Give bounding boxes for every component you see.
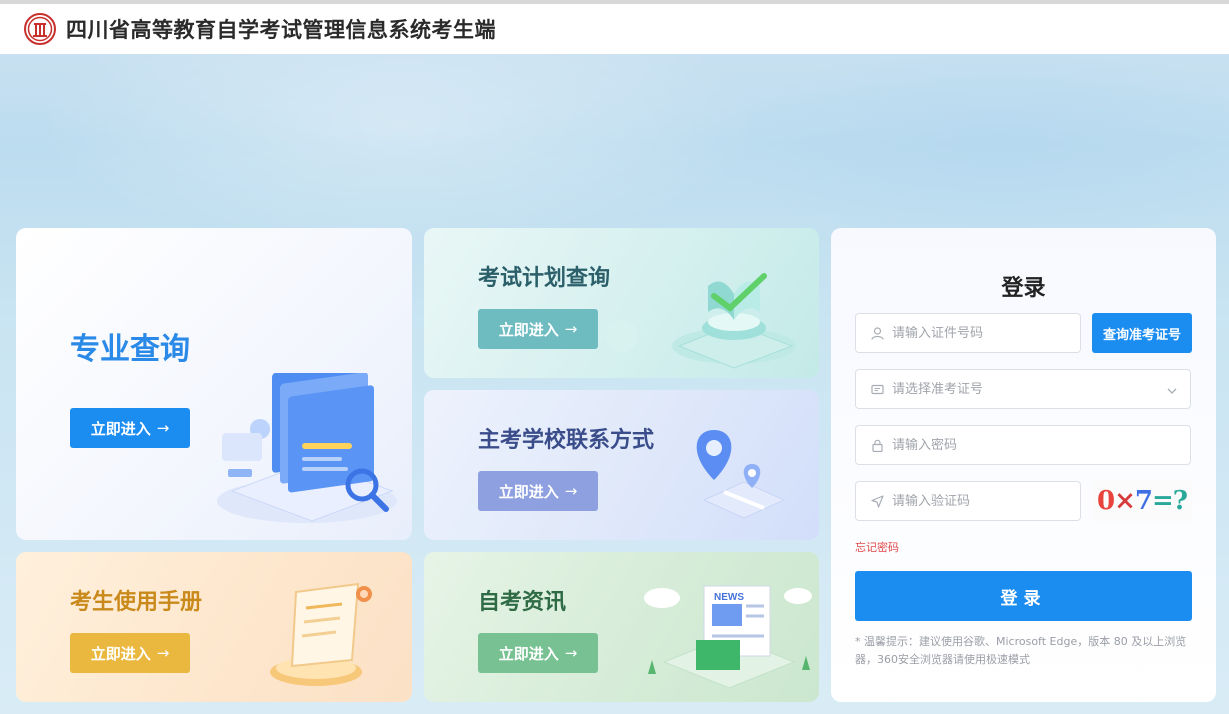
captcha-char: 0 — [1096, 486, 1115, 516]
news-enter-button[interactable]: 立即进入 → — [478, 633, 598, 673]
plan-enter-button[interactable]: 立即进入 → — [478, 309, 598, 349]
arrow-right-icon: → — [156, 644, 170, 662]
site-header: 四川省高等教育自学考试管理信息系统考生端 — [0, 4, 1229, 54]
card-manual-title: 考生使用手册 — [70, 590, 203, 615]
school-enter-button[interactable]: 立即进入 → — [478, 471, 598, 511]
card-school-contact[interactable]: 主考学校联系方式 立即进入 → — [424, 390, 819, 540]
card-news-title: 自考资讯 — [478, 590, 567, 615]
login-panel: 登录 查询准考证号 0 × 7 = ? 忘记密码 登录 * 温馨 — [831, 228, 1216, 702]
major-enter-button[interactable]: 立即进入 → — [70, 408, 190, 448]
arrow-right-icon: → — [564, 482, 578, 500]
query-ticket-button[interactable]: 查询准考证号 — [1092, 313, 1192, 353]
manual-enter-button[interactable]: 立即进入 → — [70, 633, 190, 673]
id-number-field[interactable] — [855, 313, 1081, 353]
map-pin-illustration — [696, 430, 786, 519]
user-icon — [870, 326, 884, 340]
scroll-document-illustration — [270, 582, 372, 686]
ticket-select[interactable] — [855, 369, 1191, 409]
captcha-char: ? — [1172, 486, 1188, 516]
document-search-illustration — [217, 373, 397, 523]
arrow-right-icon: → — [156, 419, 170, 437]
lock-icon — [870, 438, 884, 452]
password-input[interactable] — [892, 437, 1190, 453]
captcha-field[interactable] — [855, 481, 1081, 521]
card-exam-news[interactable]: 自考资讯 立即进入 → NEWS — [424, 552, 819, 702]
ticket-select-input[interactable] — [892, 381, 1190, 397]
card-exam-plan[interactable]: 考试计划查询 立即进入 → — [424, 228, 819, 378]
chevron-down-icon — [1166, 382, 1178, 401]
school-enter-label: 立即进入 — [498, 482, 559, 501]
navigation-arrow-icon — [870, 494, 884, 508]
captcha-input[interactable] — [892, 493, 1080, 509]
major-enter-label: 立即进入 — [90, 419, 151, 438]
captcha-char: × — [1114, 486, 1136, 516]
captcha-image[interactable]: 0 × 7 = ? — [1092, 481, 1192, 521]
arrow-right-icon: → — [564, 644, 578, 662]
card-major-title: 专业查询 — [70, 332, 190, 367]
captcha-char: 7 — [1134, 486, 1153, 516]
site-title: 四川省高等教育自学考试管理信息系统考生端 — [66, 18, 496, 42]
news-label: NEWS — [714, 592, 744, 603]
card-school-title: 主考学校联系方式 — [478, 428, 655, 453]
card-id-icon — [870, 382, 884, 396]
forgot-password-link[interactable]: 忘记密码 — [855, 539, 899, 555]
id-number-input[interactable] — [892, 325, 1080, 341]
password-field[interactable] — [855, 425, 1191, 465]
arrow-right-icon: → — [564, 320, 578, 338]
card-plan-title: 考试计划查询 — [478, 266, 611, 291]
login-title: 登录 — [1001, 276, 1046, 301]
login-submit-button[interactable]: 登录 — [855, 571, 1192, 621]
plan-enter-label: 立即进入 — [498, 320, 559, 339]
manual-enter-label: 立即进入 — [90, 644, 151, 663]
logo-icon — [24, 13, 56, 45]
card-major-query[interactable]: 专业查询 立即进入 → — [16, 228, 412, 540]
open-book-illustration — [606, 273, 796, 369]
newspaper-illustration: NEWS — [644, 585, 812, 689]
captcha-char: = — [1151, 486, 1174, 516]
card-user-manual[interactable]: 考生使用手册 立即进入 → — [16, 552, 412, 702]
browser-tip: * 温馨提示：建议使用谷歌、Microsoft Edge，版本 80 及以上浏览… — [855, 635, 1187, 666]
news-enter-label: 立即进入 — [498, 644, 559, 663]
